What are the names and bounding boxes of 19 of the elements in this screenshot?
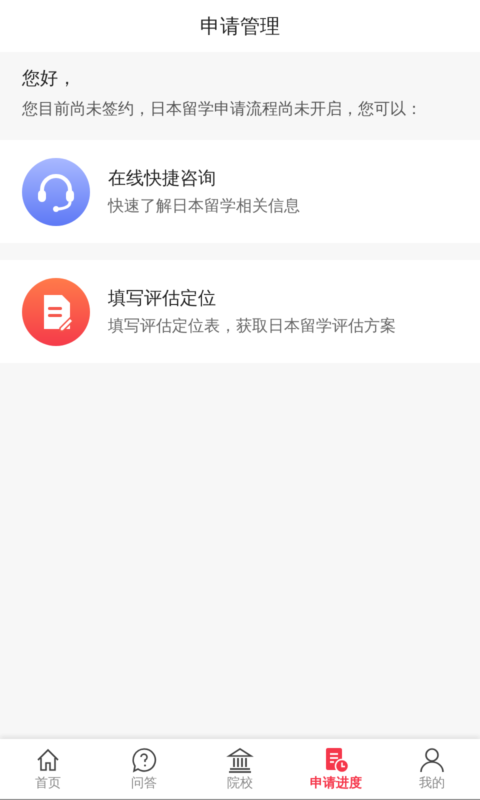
- option-card[interactable]: 在线快捷咨询 快速了解日本留学相关信息: [0, 140, 480, 243]
- card-subtitle: 填写评估定位表，获取日本留学评估方案: [108, 316, 396, 337]
- page-title: 申请管理: [200, 12, 280, 40]
- greeting-text: 您好，: [22, 67, 77, 90]
- tab-item[interactable]: 首页: [0, 739, 96, 799]
- document-icon: [22, 278, 90, 346]
- tab-item[interactable]: 院校: [192, 739, 288, 799]
- notice-message: 您目前尚未签约，日本留学申请流程尚未开启，您可以：: [22, 98, 423, 120]
- tab-item[interactable]: 问答: [96, 739, 192, 799]
- headset-icon: [22, 158, 90, 226]
- person-icon: [418, 746, 446, 774]
- building-icon: [226, 746, 254, 774]
- card-subtitle: 快速了解日本留学相关信息: [108, 196, 300, 217]
- option-card[interactable]: 填写评估定位 填写评估定位表，获取日本留学评估方案: [0, 260, 480, 363]
- card-title: 在线快捷咨询: [108, 167, 217, 190]
- tab-item[interactable]: 我的: [384, 739, 480, 799]
- tab-item[interactable]: 申请进度: [288, 739, 384, 799]
- card-title: 填写评估定位: [108, 287, 217, 310]
- question-icon: [130, 746, 158, 774]
